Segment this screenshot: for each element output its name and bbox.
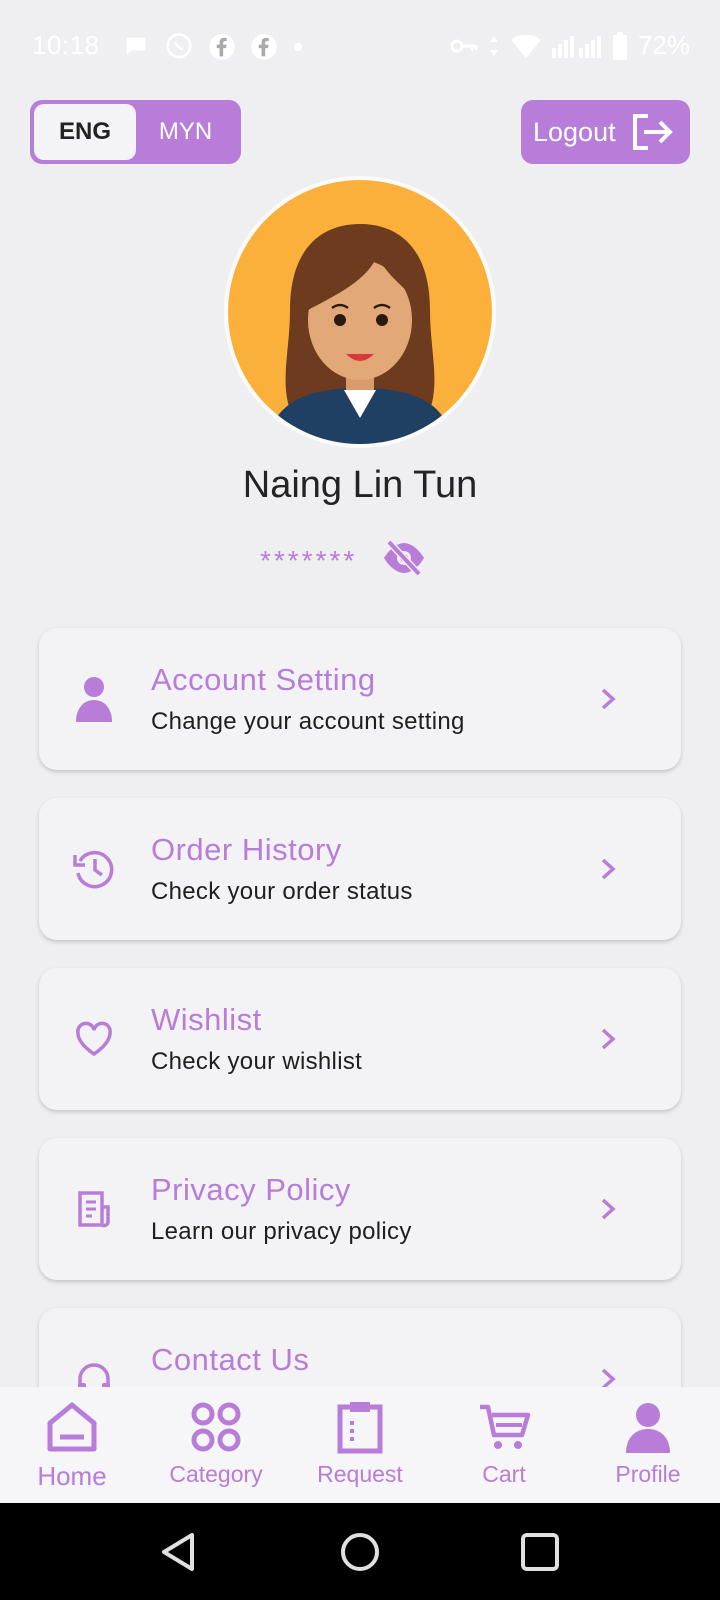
battery-icon	[612, 31, 627, 60]
chevron-right-icon	[601, 858, 616, 880]
menu-subtitle: Learn our privacy policy	[151, 1218, 412, 1245]
nav-category[interactable]: Category	[144, 1387, 288, 1503]
menu-order-history[interactable]: Order History Check your order status	[39, 798, 681, 940]
nav-label: Home	[37, 1461, 107, 1491]
logout-label: Logout	[533, 116, 616, 147]
more-dot-icon	[294, 43, 302, 51]
home-icon	[47, 1402, 97, 1452]
avatar-illustration	[228, 180, 492, 444]
recents-icon[interactable]	[519, 1531, 561, 1573]
profile-icon	[626, 1403, 670, 1453]
nav-label: Category	[169, 1461, 263, 1487]
logout-icon	[632, 114, 673, 150]
nav-label: Profile	[615, 1461, 681, 1487]
chevron-right-icon	[601, 1198, 616, 1220]
menu-title: Contact Us	[151, 1342, 310, 1377]
profile-screen: 10:18 72% ENG MYN Logout Naing Lin Tun *…	[0, 0, 720, 1600]
menu-title: Order History	[151, 832, 342, 867]
nav-request[interactable]: Request	[288, 1387, 432, 1503]
lang-option-eng[interactable]: ENG	[34, 104, 136, 160]
nav-profile[interactable]: Profile	[576, 1387, 720, 1503]
nav-label: Cart	[482, 1461, 526, 1487]
menu-subtitle: Check your wishlist	[151, 1048, 363, 1075]
password-row: *******	[260, 538, 427, 578]
menu-subtitle: Change your account setting	[151, 708, 465, 735]
menu-privacy-policy[interactable]: Privacy Policy Learn our privacy policy	[39, 1138, 681, 1280]
bottom-nav: Home Category Request Cart Profile	[0, 1387, 720, 1503]
viber-icon	[166, 33, 192, 59]
eye-off-icon[interactable]	[381, 538, 427, 578]
menu-subtitle: Check your order status	[151, 878, 413, 905]
vpn-key-icon	[450, 39, 478, 52]
person-icon	[76, 677, 112, 722]
menu-account-setting[interactable]: Account Setting Change your account sett…	[39, 628, 681, 770]
menu-wishlist[interactable]: Wishlist Check your wishlist	[39, 968, 681, 1110]
cart-icon	[480, 1404, 531, 1449]
logout-button[interactable]: Logout	[521, 100, 690, 164]
lang-option-myn[interactable]: MYN	[136, 104, 235, 160]
facebook-icon	[209, 34, 235, 60]
nav-label: Request	[317, 1461, 403, 1487]
status-time: 10:18	[32, 30, 100, 60]
signal-icon	[551, 35, 601, 58]
avatar[interactable]	[224, 176, 496, 448]
menu-title: Wishlist	[151, 1002, 262, 1037]
history-icon	[73, 850, 114, 889]
chat-bubble-icon	[126, 37, 146, 56]
status-right: 72%	[450, 30, 690, 61]
clipboard-icon	[337, 1402, 383, 1454]
status-bar: 10:18 72%	[0, 0, 720, 96]
back-icon[interactable]	[158, 1531, 200, 1573]
nav-cart[interactable]: Cart	[432, 1387, 576, 1503]
heart-icon	[76, 1021, 112, 1057]
menu-title: Account Setting	[151, 662, 376, 697]
system-nav-bar	[0, 1503, 720, 1600]
chevron-right-icon	[601, 1028, 616, 1050]
data-arrows-icon	[489, 35, 498, 56]
notification-icons	[122, 32, 304, 62]
menu-title: Privacy Policy	[151, 1172, 351, 1207]
facebook-icon-2	[251, 34, 277, 60]
user-name: Naing Lin Tun	[242, 464, 478, 506]
nav-home[interactable]: Home	[0, 1387, 144, 1503]
wifi-icon	[510, 34, 541, 58]
language-toggle[interactable]: ENG MYN	[30, 100, 241, 164]
document-icon	[78, 1191, 110, 1228]
battery-percent: 72%	[637, 30, 690, 60]
category-icon	[191, 1402, 241, 1452]
chevron-right-icon	[601, 688, 616, 710]
password-mask: *******	[260, 545, 358, 576]
home-circle-icon[interactable]	[339, 1531, 381, 1573]
